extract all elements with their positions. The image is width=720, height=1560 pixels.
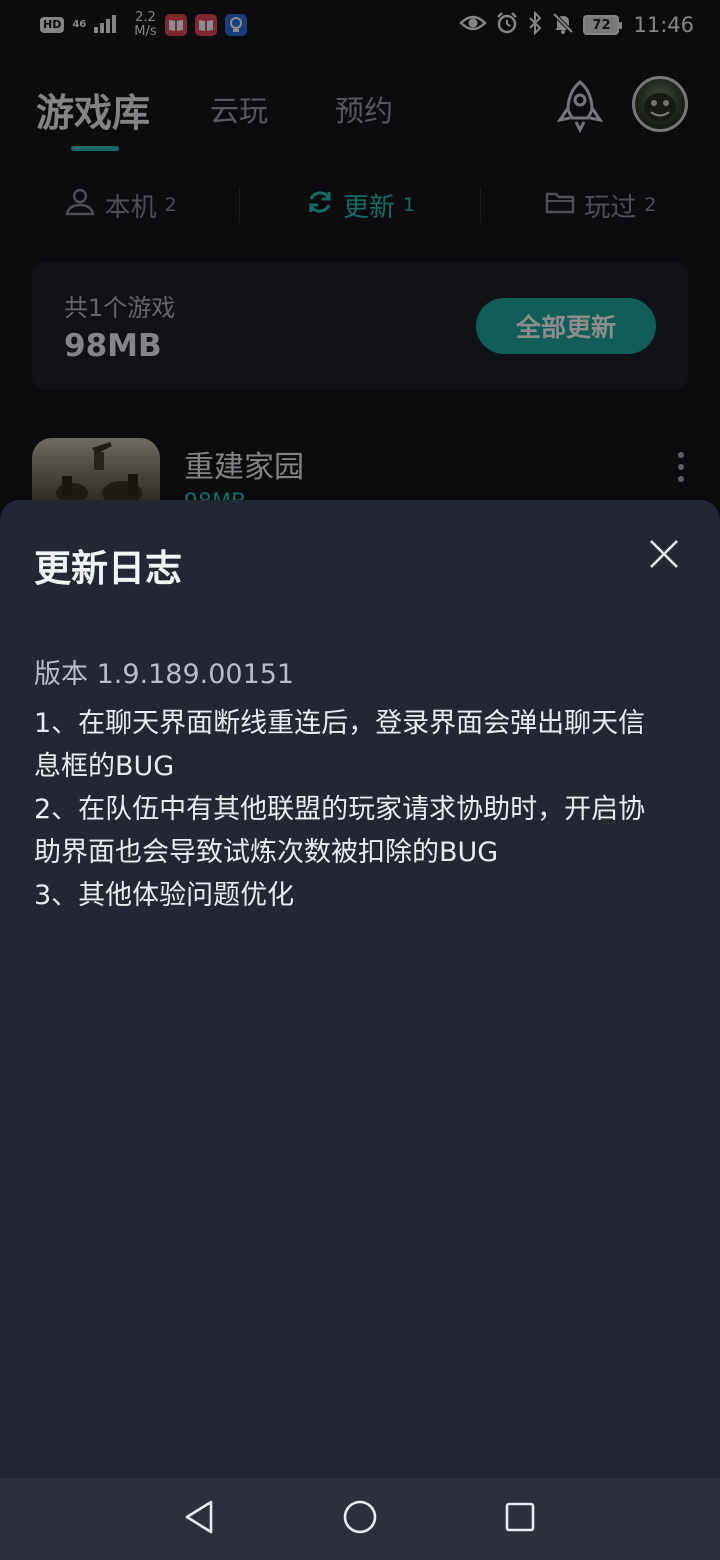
changelog-line: 助界面也会导致试炼次数被扣除的BUG: [34, 837, 499, 868]
back-icon: [183, 1499, 217, 1539]
changelog-line: 2、在队伍中有其他联盟的玩家请求协助时，开启协: [34, 794, 646, 825]
home-button[interactable]: [330, 1489, 390, 1549]
update-log-sheet: 更新日志 版本 1.9.189.00151 1、在聊天界面断线重连后，登录界面会…: [0, 500, 720, 1480]
sheet-title: 更新日志: [34, 547, 182, 590]
version-label: 版本 1.9.189.00151: [34, 659, 295, 690]
changelog-line: 3、其他体验问题优化: [34, 880, 295, 911]
home-icon: [342, 1499, 378, 1539]
recents-icon: [504, 1501, 536, 1537]
recents-button[interactable]: [490, 1489, 550, 1549]
changelog-line: 息框的BUG: [34, 751, 175, 782]
back-button[interactable]: [170, 1489, 230, 1549]
changelog-notes: 1、在聊天界面断线重连后，登录界面会弹出聊天信 息框的BUG 2、在队伍中有其他…: [34, 702, 674, 917]
close-button[interactable]: [640, 532, 688, 580]
changelog-line: 1、在聊天界面断线重连后，登录界面会弹出聊天信: [34, 708, 646, 739]
system-nav-bar: [0, 1478, 720, 1560]
close-icon: [648, 538, 680, 574]
